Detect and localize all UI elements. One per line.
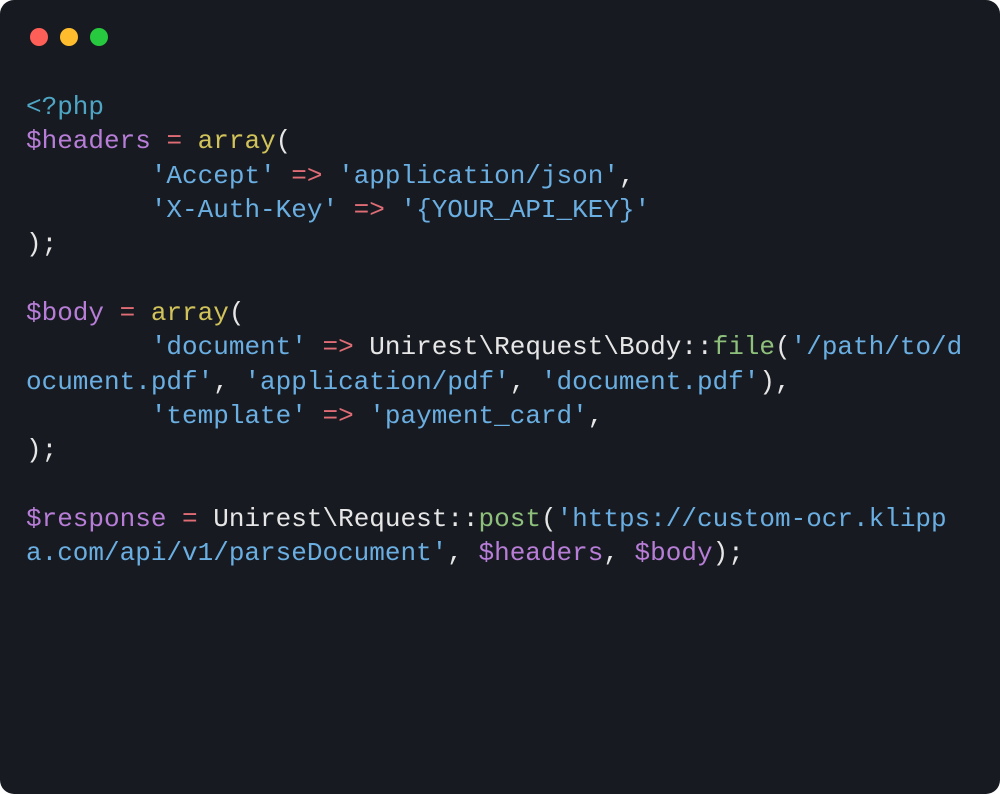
- dcolon: ::: [681, 332, 712, 362]
- traffic-lights: [30, 28, 974, 46]
- fn-array: array: [151, 298, 229, 328]
- indent: [26, 332, 151, 362]
- fat-arrow: =>: [322, 401, 353, 431]
- var-headers: $headers: [26, 126, 151, 156]
- paren-close: ): [759, 367, 775, 397]
- close-paren-semi: );: [26, 435, 57, 465]
- var-body: $body: [635, 538, 713, 568]
- close-paren-semi: );: [26, 229, 57, 259]
- comma: ,: [775, 367, 791, 397]
- paren-open: (: [229, 298, 245, 328]
- ns-request: Request: [494, 332, 603, 362]
- paren-close: ): [713, 538, 729, 568]
- str-document: 'document': [151, 332, 307, 362]
- operator-assign: =: [182, 504, 198, 534]
- str-accept: 'Accept': [151, 161, 276, 191]
- indent: [26, 195, 151, 225]
- str-paycard: 'payment_card': [369, 401, 587, 431]
- window-minimize-icon[interactable]: [60, 28, 78, 46]
- semicolon: ;: [728, 538, 744, 568]
- fat-arrow: =>: [354, 195, 385, 225]
- comma: ,: [619, 161, 635, 191]
- comma: ,: [510, 367, 526, 397]
- ns-body: Body: [619, 332, 681, 362]
- code-block: <?php $headers = array( 'Accept' => 'app…: [26, 90, 974, 570]
- fat-arrow: =>: [322, 332, 353, 362]
- str-template: 'template': [151, 401, 307, 431]
- paren-open: (: [541, 504, 557, 534]
- comma: ,: [213, 367, 229, 397]
- str-appjson: 'application/json': [338, 161, 619, 191]
- ns-unirest: Unirest: [369, 332, 478, 362]
- window-close-icon[interactable]: [30, 28, 48, 46]
- code-window: <?php $headers = array( 'Accept' => 'app…: [0, 0, 1000, 794]
- comma: ,: [603, 538, 619, 568]
- paren-open: (: [775, 332, 791, 362]
- str-apppdf: 'application/pdf': [244, 367, 509, 397]
- str-docpdf: 'document.pdf': [541, 367, 759, 397]
- comma: ,: [447, 538, 463, 568]
- php-open-tag: <?php: [26, 92, 104, 122]
- method-post: post: [479, 504, 541, 534]
- method-file: file: [713, 332, 775, 362]
- ns-unirest: Unirest: [213, 504, 322, 534]
- var-body: $body: [26, 298, 104, 328]
- indent: [26, 401, 151, 431]
- indent: [26, 161, 151, 191]
- window-zoom-icon[interactable]: [90, 28, 108, 46]
- var-headers: $headers: [479, 538, 604, 568]
- fn-array: array: [198, 126, 276, 156]
- ns-sep: \: [322, 504, 338, 534]
- operator-assign: =: [120, 298, 136, 328]
- ns-request: Request: [338, 504, 447, 534]
- var-response: $response: [26, 504, 166, 534]
- str-xauth: 'X-Auth-Key': [151, 195, 338, 225]
- dcolon: ::: [447, 504, 478, 534]
- fat-arrow: =>: [291, 161, 322, 191]
- ns-sep: \: [479, 332, 495, 362]
- comma: ,: [588, 401, 604, 431]
- str-apikey: '{YOUR_API_KEY}': [401, 195, 651, 225]
- paren-open: (: [276, 126, 292, 156]
- operator-assign: =: [166, 126, 182, 156]
- ns-sep: \: [603, 332, 619, 362]
